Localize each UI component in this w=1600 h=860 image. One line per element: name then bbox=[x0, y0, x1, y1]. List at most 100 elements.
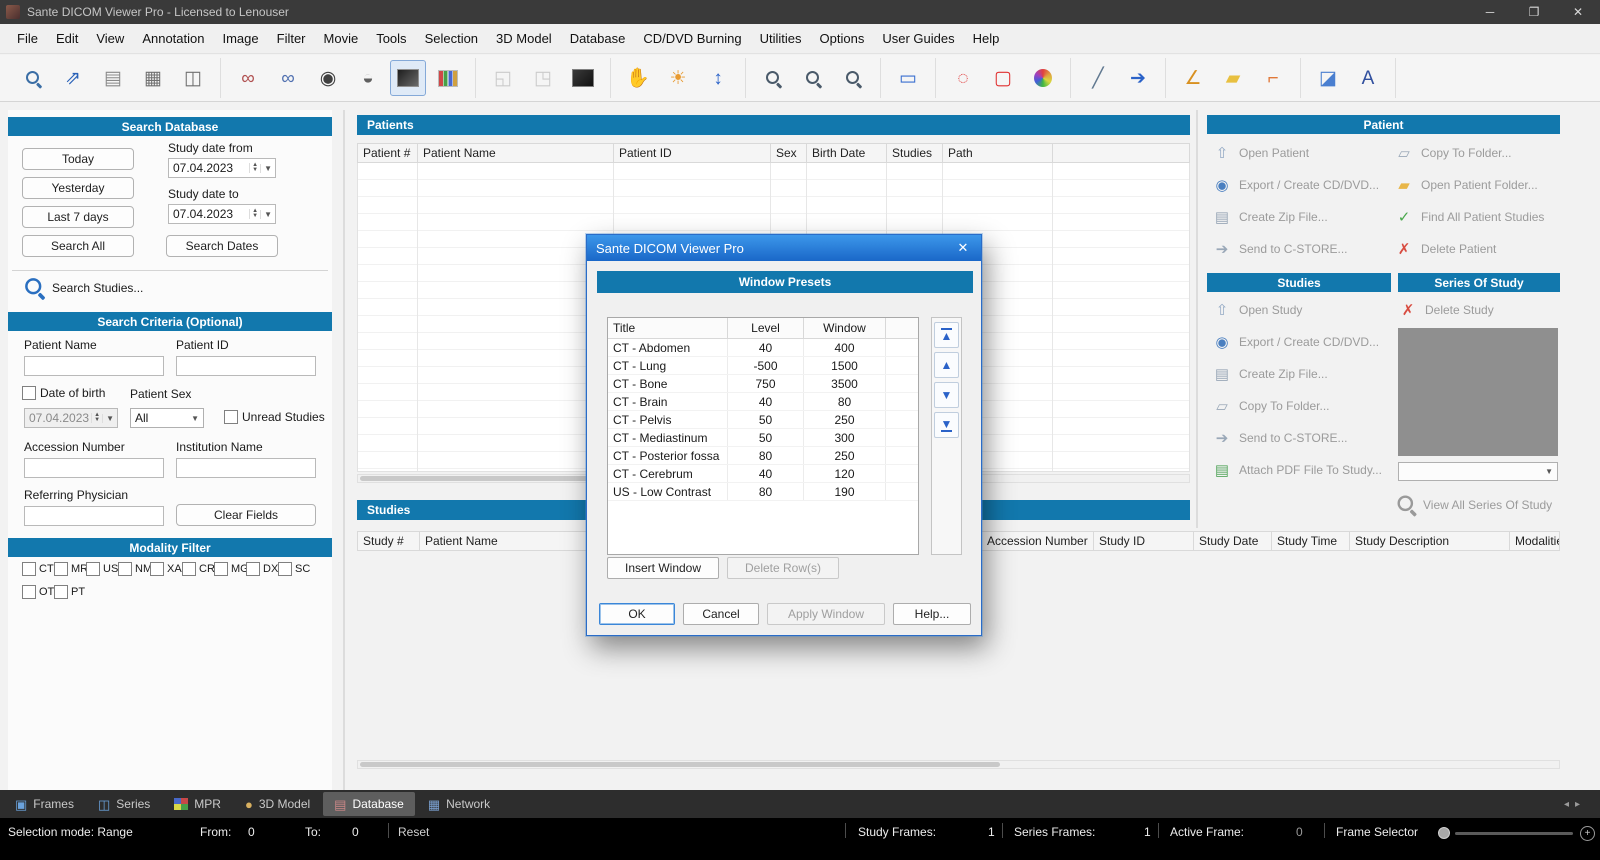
menu-3d-model[interactable]: 3D Model bbox=[487, 26, 561, 51]
move-top-button[interactable]: ▲ bbox=[934, 322, 959, 348]
minimize-button[interactable]: ─ bbox=[1468, 0, 1512, 24]
open-study-button[interactable]: ⇧ Open Study bbox=[1212, 300, 1303, 320]
open-patient-folder-button[interactable]: ▰ Open Patient Folder... bbox=[1394, 175, 1538, 195]
modality-mr-checkbox[interactable]: MR bbox=[54, 562, 88, 576]
preset-row-ct-pelvis[interactable]: CT - Pelvis 50 250 bbox=[608, 411, 918, 429]
column-header-study-date[interactable]: Study Date bbox=[1194, 532, 1272, 550]
column-header-study-id[interactable]: Study ID bbox=[1094, 532, 1194, 550]
menu-image[interactable]: Image bbox=[213, 26, 267, 51]
rectangle-select-icon[interactable]: ▭ bbox=[890, 60, 926, 96]
show-annotations-icon[interactable]: ◉ bbox=[310, 60, 346, 96]
insert-window-button[interactable]: Insert Window bbox=[607, 557, 719, 579]
histogram-icon[interactable] bbox=[430, 60, 466, 96]
menu-user-guides[interactable]: User Guides bbox=[873, 26, 963, 51]
date-spinner-icon[interactable]: ▲ ▼ bbox=[249, 208, 260, 219]
modality-dx-checkbox[interactable]: DX bbox=[246, 562, 278, 576]
tab-scroll-arrows[interactable]: ◂▸ bbox=[1564, 799, 1600, 810]
send-to-c-store-study-button[interactable]: ➔ Send to C-STORE... bbox=[1212, 428, 1348, 448]
column-header-sex[interactable]: Sex bbox=[771, 144, 807, 162]
window-level-icon[interactable]: ◒ bbox=[350, 60, 386, 96]
find-all-patient-studies-button[interactable]: ✓ Find All Patient Studies bbox=[1394, 207, 1545, 227]
date-of-birth-checkbox[interactable]: Date of birth bbox=[22, 386, 105, 400]
tab-mpr[interactable]: MPR bbox=[163, 792, 232, 816]
rectangle-roi-icon[interactable]: ▢ bbox=[985, 60, 1021, 96]
unread-studies-checkbox[interactable]: Unread Studies bbox=[224, 410, 325, 424]
link-series-icon[interactable]: ∞ bbox=[230, 60, 266, 96]
series-select[interactable]: ▼ bbox=[1398, 462, 1558, 481]
fit-to-window-icon[interactable]: ◳ bbox=[525, 60, 561, 96]
tab-network[interactable]: ▦ Network bbox=[417, 792, 501, 816]
color-palette-icon[interactable] bbox=[1025, 60, 1061, 96]
open-patient-button[interactable]: ⇧ Open Patient bbox=[1212, 143, 1309, 163]
arrow-annotation-icon[interactable]: ➔ bbox=[1120, 60, 1156, 96]
move-up-button[interactable]: ▲ bbox=[934, 352, 959, 378]
date-of-birth-field[interactable]: 07.04.2023 ▲ ▼ ▼ bbox=[24, 408, 118, 428]
menu-filter[interactable]: Filter bbox=[268, 26, 315, 51]
preset-row-ct-cerebrum[interactable]: CT - Cerebrum 40 120 bbox=[608, 465, 918, 483]
tab-3d-model[interactable]: ● 3D Model bbox=[234, 792, 321, 816]
modality-mg-checkbox[interactable]: MG bbox=[214, 562, 249, 576]
modality-ot-checkbox[interactable]: OT bbox=[22, 585, 54, 599]
tab-series[interactable]: ◫ Series bbox=[87, 792, 161, 816]
preset-row-ct-posterior-fossa[interactable]: CT - Posterior fossa 80 250 bbox=[608, 447, 918, 465]
modality-sc-checkbox[interactable]: SC bbox=[278, 562, 310, 576]
tab-database[interactable]: ▤ Database bbox=[323, 792, 415, 816]
highlight-tool-icon[interactable]: ▰ bbox=[1215, 60, 1251, 96]
delete-rows-button[interactable]: Delete Row(s) bbox=[727, 557, 839, 579]
modality-xa-checkbox[interactable]: XA bbox=[150, 562, 182, 576]
menu-options[interactable]: Options bbox=[811, 26, 874, 51]
help-button[interactable]: Help... bbox=[893, 603, 971, 625]
text-annotation-icon[interactable]: A bbox=[1350, 60, 1386, 96]
export-image-icon[interactable]: ⇗ bbox=[55, 60, 91, 96]
ok-button[interactable]: OK bbox=[599, 603, 675, 625]
preset-row-ct-mediastinum[interactable]: CT - Mediastinum 50 300 bbox=[608, 429, 918, 447]
active-frame-thumbnail[interactable] bbox=[390, 60, 426, 96]
modality-us-checkbox[interactable]: US bbox=[86, 562, 118, 576]
menu-edit[interactable]: Edit bbox=[47, 26, 87, 51]
institution-name-input[interactable] bbox=[176, 458, 316, 478]
pan-tool-icon[interactable]: ✋ bbox=[620, 60, 656, 96]
calendar-dropdown-icon[interactable]: ▼ bbox=[260, 163, 275, 173]
maximize-button[interactable]: ❐ bbox=[1512, 0, 1556, 24]
search-database-icon[interactable] bbox=[15, 60, 51, 96]
preset-column-window[interactable]: Window bbox=[804, 318, 886, 338]
apply-window-button[interactable]: Apply Window bbox=[767, 603, 885, 625]
frame-selector-knob[interactable] bbox=[1438, 827, 1450, 839]
close-button[interactable]: ✕ bbox=[1556, 0, 1600, 24]
frame-selector-fit-button[interactable]: + bbox=[1580, 826, 1595, 841]
studies-h-scrollbar[interactable] bbox=[357, 760, 1560, 769]
menu-selection[interactable]: Selection bbox=[416, 26, 487, 51]
presets-table-body[interactable]: CT - Abdomen 40 400 CT - Lung -500 1500 CT - B… bbox=[608, 339, 918, 501]
menu-tools[interactable]: Tools bbox=[367, 26, 415, 51]
eraser-tool-icon[interactable]: ◪ bbox=[1310, 60, 1346, 96]
preset-row-ct-abdomen[interactable]: CT - Abdomen 40 400 bbox=[608, 339, 918, 357]
column-header-patient-name[interactable]: Patient Name bbox=[418, 144, 614, 162]
column-header-patient-id[interactable]: Patient ID bbox=[614, 144, 771, 162]
search-studies-button[interactable]: Search Studies... bbox=[25, 278, 143, 296]
cobb-angle-icon[interactable]: ⌐ bbox=[1255, 60, 1291, 96]
brightness-contrast-icon[interactable]: ☀ bbox=[660, 60, 696, 96]
synchronize-series-icon[interactable]: ∞ bbox=[270, 60, 306, 96]
move-tool-icon[interactable]: ↕ bbox=[700, 60, 736, 96]
move-bottom-button[interactable]: ▼ bbox=[934, 412, 959, 438]
today-button[interactable]: Today bbox=[22, 148, 134, 170]
frame-selector-track[interactable] bbox=[1455, 832, 1573, 835]
delete-study-button[interactable]: ✗ Delete Study bbox=[1398, 300, 1494, 320]
view-all-series-button[interactable]: View All Series Of Study bbox=[1397, 495, 1552, 513]
preset-column-title[interactable]: Title bbox=[608, 318, 728, 338]
modality-nm-checkbox[interactable]: NM bbox=[118, 562, 152, 576]
study-date-to-field[interactable]: 07.04.2023 ▲ ▼ ▼ bbox=[168, 204, 276, 224]
right-splitter[interactable] bbox=[1196, 110, 1198, 528]
last-7-days-button[interactable]: Last 7 days bbox=[22, 206, 134, 228]
zoom-region-icon[interactable] bbox=[795, 60, 831, 96]
column-header-modalities[interactable]: Modalities bbox=[1510, 532, 1559, 550]
patient-id-input[interactable] bbox=[176, 356, 316, 376]
patient-name-input[interactable] bbox=[24, 356, 164, 376]
create-zip-file-button[interactable]: ▤ Create Zip File... bbox=[1212, 207, 1328, 227]
left-splitter[interactable] bbox=[343, 110, 345, 792]
send-to-c-store-button[interactable]: ➔ Send to C-STORE... bbox=[1212, 239, 1348, 259]
negative-image-icon[interactable] bbox=[565, 60, 601, 96]
menu-view[interactable]: View bbox=[87, 26, 133, 51]
line-annotation-icon[interactable]: ╱ bbox=[1080, 60, 1116, 96]
cancel-button[interactable]: Cancel bbox=[683, 603, 759, 625]
